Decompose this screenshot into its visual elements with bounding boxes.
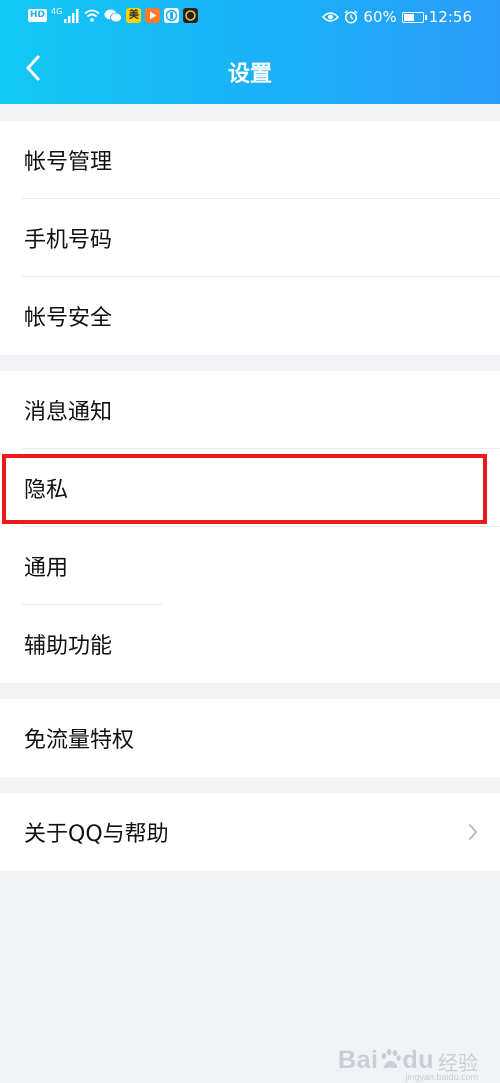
signal-icon	[64, 8, 79, 23]
battery-percent: 60%	[363, 8, 397, 26]
settings-item-free-data[interactable]: 免流量特权	[0, 699, 500, 777]
settings-item-notifications[interactable]: 消息通知	[0, 371, 500, 449]
status-bar: HD 4G 美 60% 12:56	[0, 0, 500, 34]
paw-icon	[382, 1049, 402, 1069]
settings-item-account-management[interactable]: 帐号管理	[0, 121, 500, 199]
app-icon	[183, 8, 199, 23]
status-bar-right: 60% 12:56	[322, 8, 472, 26]
settings-item-label: 免流量特权	[24, 728, 135, 753]
status-bar-left: HD 4G 美	[28, 7, 199, 23]
battery-level	[403, 13, 414, 21]
settings-item-account-security[interactable]: 帐号安全	[0, 277, 500, 355]
settings-item-label: 手机号码	[24, 228, 113, 253]
settings-item-phone-number[interactable]: 手机号码	[0, 199, 500, 277]
settings-group-data: 免流量特权	[0, 699, 500, 777]
settings-item-label: 隐私	[24, 478, 69, 503]
settings-item-about-help[interactable]: 关于QQ与帮助	[0, 793, 500, 871]
settings-group-about: 关于QQ与帮助	[0, 793, 500, 871]
settings-item-label: 消息通知	[24, 400, 113, 425]
wifi-icon	[84, 9, 100, 22]
settings-item-general[interactable]: 通用	[0, 527, 500, 605]
baidu-watermark: Bai du 经验	[338, 1046, 478, 1075]
settings-item-label: 关于QQ与帮助	[24, 822, 169, 847]
hd-badge: HD	[28, 9, 48, 22]
page-title: 设置	[227, 62, 272, 87]
settings-group-general: 消息通知 隐私 通用 辅助功能	[0, 371, 500, 683]
status-time: 12:56	[428, 8, 472, 26]
settings-item-privacy[interactable]: 隐私	[0, 449, 500, 527]
eye-icon	[322, 12, 340, 22]
title-bar: HD 4G 美 60% 12:56 设置	[0, 0, 500, 104]
wechat-icon	[104, 9, 123, 22]
settings-item-accessibility[interactable]: 辅助功能	[0, 605, 500, 683]
watermark-url: jingyan.baidu.com	[405, 1072, 478, 1082]
meituan-app-icon: 美	[126, 8, 142, 23]
network-type: 4G	[51, 7, 63, 16]
alarm-icon	[344, 10, 358, 24]
watermark-brand-2: du	[402, 1046, 434, 1074]
video-app-icon	[145, 8, 161, 23]
watermark-brand: Bai	[338, 1046, 379, 1074]
settings-item-label: 通用	[24, 556, 69, 581]
settings-item-label: 帐号管理	[24, 150, 113, 175]
hand-app-icon	[164, 8, 180, 23]
settings-item-label: 帐号安全	[24, 306, 113, 331]
chevron-right-icon	[469, 824, 477, 840]
settings-item-label: 辅助功能	[24, 634, 113, 659]
settings-group-account: 帐号管理 手机号码 帐号安全	[0, 121, 500, 355]
battery-icon	[401, 11, 427, 23]
